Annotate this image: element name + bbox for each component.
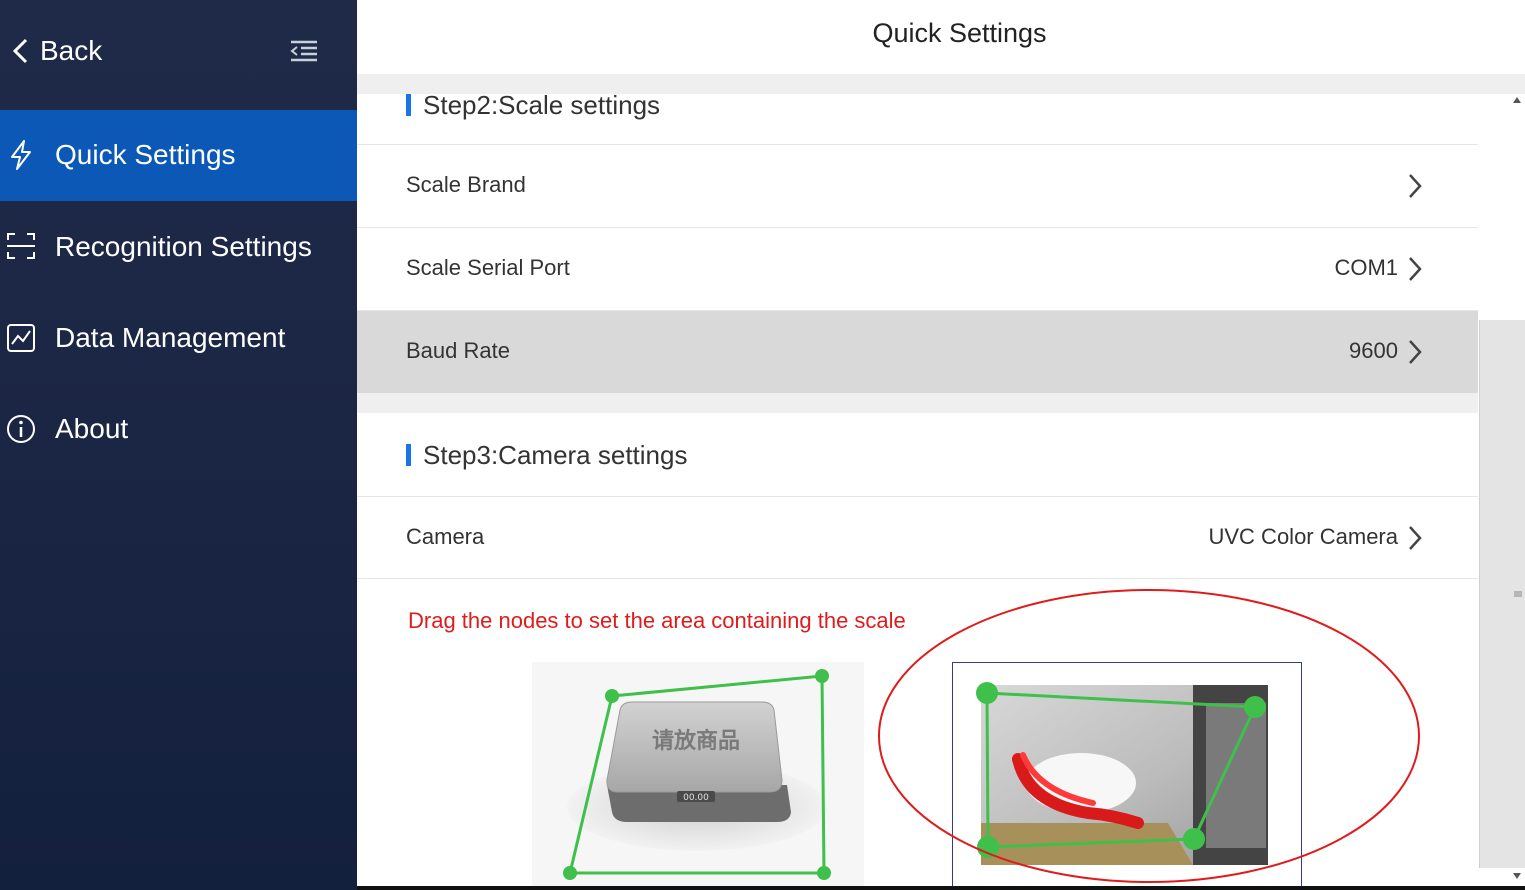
row-label: Scale Serial Port [406,255,570,280]
scale-display-text: 00.00 [683,793,709,803]
drag-node[interactable] [563,866,577,880]
scale-serial-port-row[interactable]: Scale Serial Port COM1 [357,227,1478,310]
section-gap [357,393,1478,413]
page-title: Quick Settings [872,18,1047,48]
chevron-right-icon [1409,340,1422,364]
row-label: Scale Brand [406,172,526,197]
scale-placeholder-text: 请放商品 [652,728,740,754]
section-header-step3: Step3:Camera settings [357,413,1478,470]
scale-area-illustration: 请放商品 00.00 [532,662,864,890]
scale-brand-row[interactable]: Scale Brand [357,144,1478,227]
chevron-right-icon [1409,257,1422,281]
settings-panel: Step2:Scale settings Scale Brand Scale S… [357,94,1478,890]
row-value: 9600 [1349,338,1398,363]
section-accent-bar [406,94,411,116]
scroll-up-icon[interactable] [1512,96,1522,104]
bottom-border [357,886,1525,890]
chart-icon [7,324,35,352]
row-value: COM1 [1334,255,1398,280]
back-button[interactable]: Back [40,32,102,70]
drag-node[interactable] [815,669,829,683]
drag-nodes-hint: Drag the nodes to set the area containin… [408,608,906,633]
section-title: Step2:Scale settings [423,94,661,120]
sidebar: Back Quick Settings Recognition Settings… [0,0,357,890]
drag-node[interactable] [605,689,619,703]
highlight-annotation-ellipse [878,589,1420,883]
section-header-step2: Step2:Scale settings [357,94,1478,146]
sidebar-item-about[interactable]: About [0,383,357,474]
sidebar-item-label: About [55,413,129,444]
sidebar-item-data-management[interactable]: Data Management [0,292,357,383]
section-title: Step3:Camera settings [423,440,688,470]
sidebar-header: Back [0,0,357,110]
section-accent-bar [406,444,411,466]
collapse-menu-icon[interactable] [289,38,319,64]
sidebar-item-quick-settings[interactable]: Quick Settings [0,110,357,201]
row-label: Baud Rate [406,338,510,363]
scan-icon [7,233,35,259]
scrollbar-grip-icon [1514,591,1522,597]
row-divider [357,578,1478,579]
camera-row[interactable]: Camera UVC Color Camera [357,496,1478,579]
row-label: Camera [406,524,485,549]
chevron-left-icon[interactable] [10,37,32,65]
chevron-right-icon [1409,174,1422,198]
baud-rate-row[interactable]: Baud Rate 9600 [357,310,1478,393]
chevron-right-icon [1409,526,1422,550]
scroll-down-icon[interactable] [1512,872,1522,880]
header-divider [357,74,1525,94]
sidebar-item-recognition-settings[interactable]: Recognition Settings [0,201,357,292]
sidebar-item-label: Quick Settings [55,139,236,170]
info-icon [7,415,35,443]
sidebar-item-label: Data Management [55,322,286,353]
sidebar-item-label: Recognition Settings [55,231,312,262]
drag-node[interactable] [817,866,831,880]
row-value: UVC Color Camera [1208,524,1399,549]
page-header: Quick Settings [357,0,1525,74]
lightning-icon [11,140,31,170]
